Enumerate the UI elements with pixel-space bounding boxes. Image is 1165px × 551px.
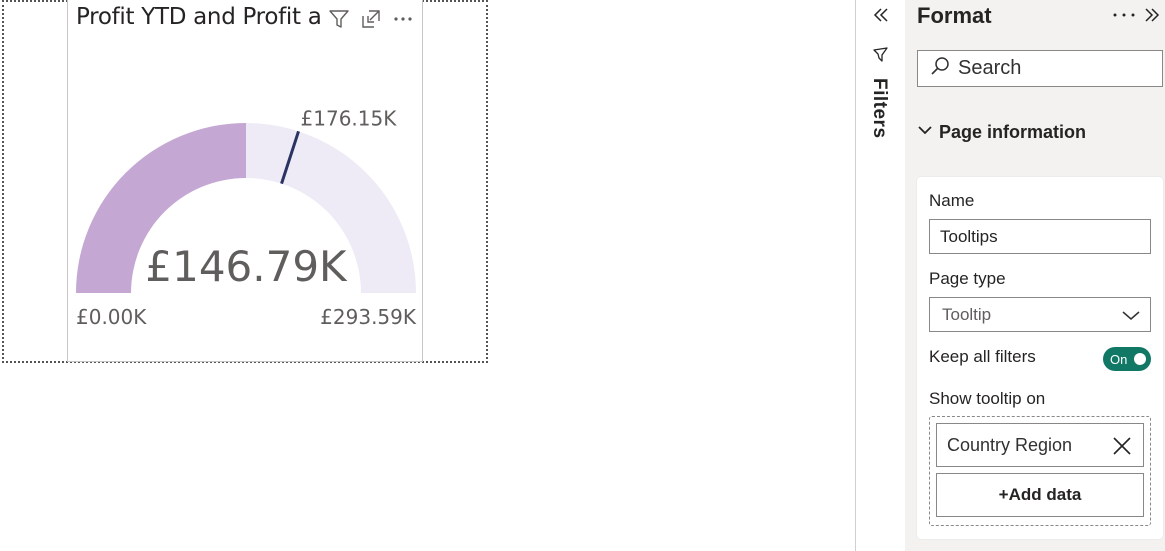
keep-filters-toggle[interactable]: On — [1103, 347, 1151, 371]
section-title: Page information — [939, 122, 1087, 142]
gauge-value-label: £146.79K — [145, 242, 348, 291]
gauge-target-label: £176.15K — [301, 106, 398, 130]
toggle-state: On — [1110, 351, 1128, 367]
expand-right-icon[interactable] — [1141, 4, 1163, 26]
page-type-label: Page type — [929, 269, 1006, 288]
page-type-value: Tooltip — [942, 304, 992, 324]
name-field[interactable]: Tooltips — [929, 219, 1151, 254]
gauge-chart: £176.15K £146.79K £0.00K £293.59K — [76, 106, 417, 329]
page-information-card: Name Tooltips Page type Tooltip Keep all… — [917, 177, 1163, 539]
section-header-page-information[interactable]: Page information — [917, 122, 1086, 143]
keep-filters-label: Keep all filters — [929, 347, 1036, 366]
page-type-dropdown[interactable]: Tooltip — [929, 297, 1151, 332]
filter-funnel-icon — [872, 46, 890, 64]
filters-label[interactable]: Filters — [868, 78, 890, 139]
search-icon — [930, 56, 950, 81]
toggle-knob — [1134, 353, 1146, 365]
collapse-left-icon[interactable] — [870, 4, 892, 26]
gauge-max-label: £293.59K — [320, 305, 417, 329]
add-data-button[interactable]: +Add data — [936, 473, 1144, 517]
format-pane-title: Format — [917, 3, 992, 28]
show-tooltip-drop-zone[interactable]: Country Region +Add data — [929, 416, 1151, 526]
close-icon[interactable] — [1111, 435, 1133, 457]
chevron-down-icon — [917, 122, 933, 143]
more-options-icon[interactable] — [1111, 6, 1137, 24]
filters-pane-collapsed[interactable]: Filters — [855, 0, 905, 551]
search-input[interactable]: Search — [917, 50, 1163, 87]
format-pane: Format Search Page information Name Tool… — [905, 0, 1165, 551]
show-tooltip-label: Show tooltip on — [929, 389, 1046, 408]
field-chip-country-region[interactable]: Country Region — [936, 423, 1144, 467]
search-placeholder: Search — [958, 57, 1022, 79]
field-chip-label: Country Region — [947, 434, 1073, 455]
name-label: Name — [929, 191, 975, 210]
gauge-visual[interactable]: Profit YTD and Profit a £176.15K £146.79… — [67, 0, 423, 362]
gauge-min-label: £0.00K — [76, 305, 147, 329]
chevron-down-icon — [1122, 307, 1140, 328]
